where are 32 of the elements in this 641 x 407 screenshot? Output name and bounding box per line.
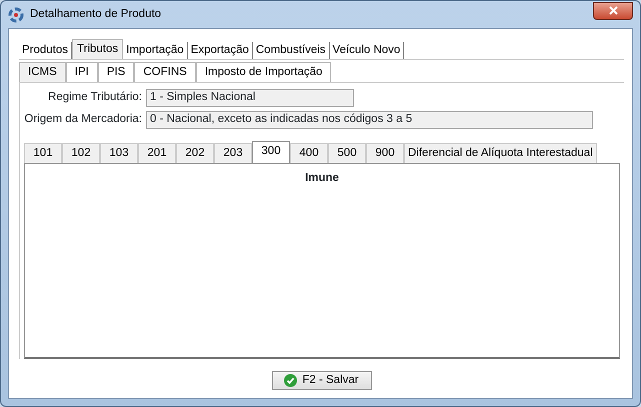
tab[interactable]: 900 bbox=[366, 143, 404, 163]
tab[interactable]: COFINS bbox=[134, 62, 196, 82]
tab[interactable]: Diferencial de Alíquota Interestadual bbox=[404, 143, 597, 163]
tab[interactable]: 201 bbox=[138, 143, 176, 163]
tab[interactable]: ICMS bbox=[19, 62, 66, 82]
tab[interactable]: 202 bbox=[176, 143, 214, 163]
tab[interactable]: Imposto de Importação bbox=[196, 62, 332, 82]
tab[interactable]: Veículo Novo bbox=[330, 42, 404, 59]
tab[interactable]: 300 bbox=[252, 141, 290, 163]
save-button[interactable]: F2 - Salvar bbox=[272, 371, 372, 390]
check-icon bbox=[284, 374, 298, 387]
close-button[interactable] bbox=[593, 2, 633, 20]
tab[interactable]: Importação bbox=[123, 42, 188, 59]
panel-title: Imune bbox=[304, 171, 340, 186]
tab[interactable]: Combustíveis bbox=[252, 42, 330, 59]
tab[interactable]: Tributos bbox=[72, 39, 124, 59]
tab[interactable]: 203 bbox=[214, 143, 252, 163]
field-label: Origem da Mercadoria: bbox=[24, 112, 142, 128]
window-title: Detalhamento de Produto bbox=[30, 6, 162, 22]
readonly-field[interactable]: 0 - Nacional, exceto as indicadas nos códigos 3 a 5 bbox=[146, 111, 593, 129]
tab[interactable]: 102 bbox=[62, 143, 100, 163]
tab[interactable]: IPI bbox=[66, 62, 98, 82]
app-icon bbox=[8, 6, 24, 22]
readonly-field[interactable]: 1 - Simples Nacional bbox=[146, 89, 354, 107]
tab[interactable]: 103 bbox=[100, 143, 138, 163]
tab[interactable]: 400 bbox=[290, 143, 328, 163]
tab[interactable]: 500 bbox=[328, 143, 366, 163]
tab[interactable]: PIS bbox=[98, 62, 134, 82]
tab[interactable]: 101 bbox=[24, 143, 62, 163]
tab[interactable]: Exportação bbox=[188, 42, 253, 59]
field-label: Regime Tributário: bbox=[47, 90, 142, 106]
close-icon bbox=[608, 6, 618, 15]
